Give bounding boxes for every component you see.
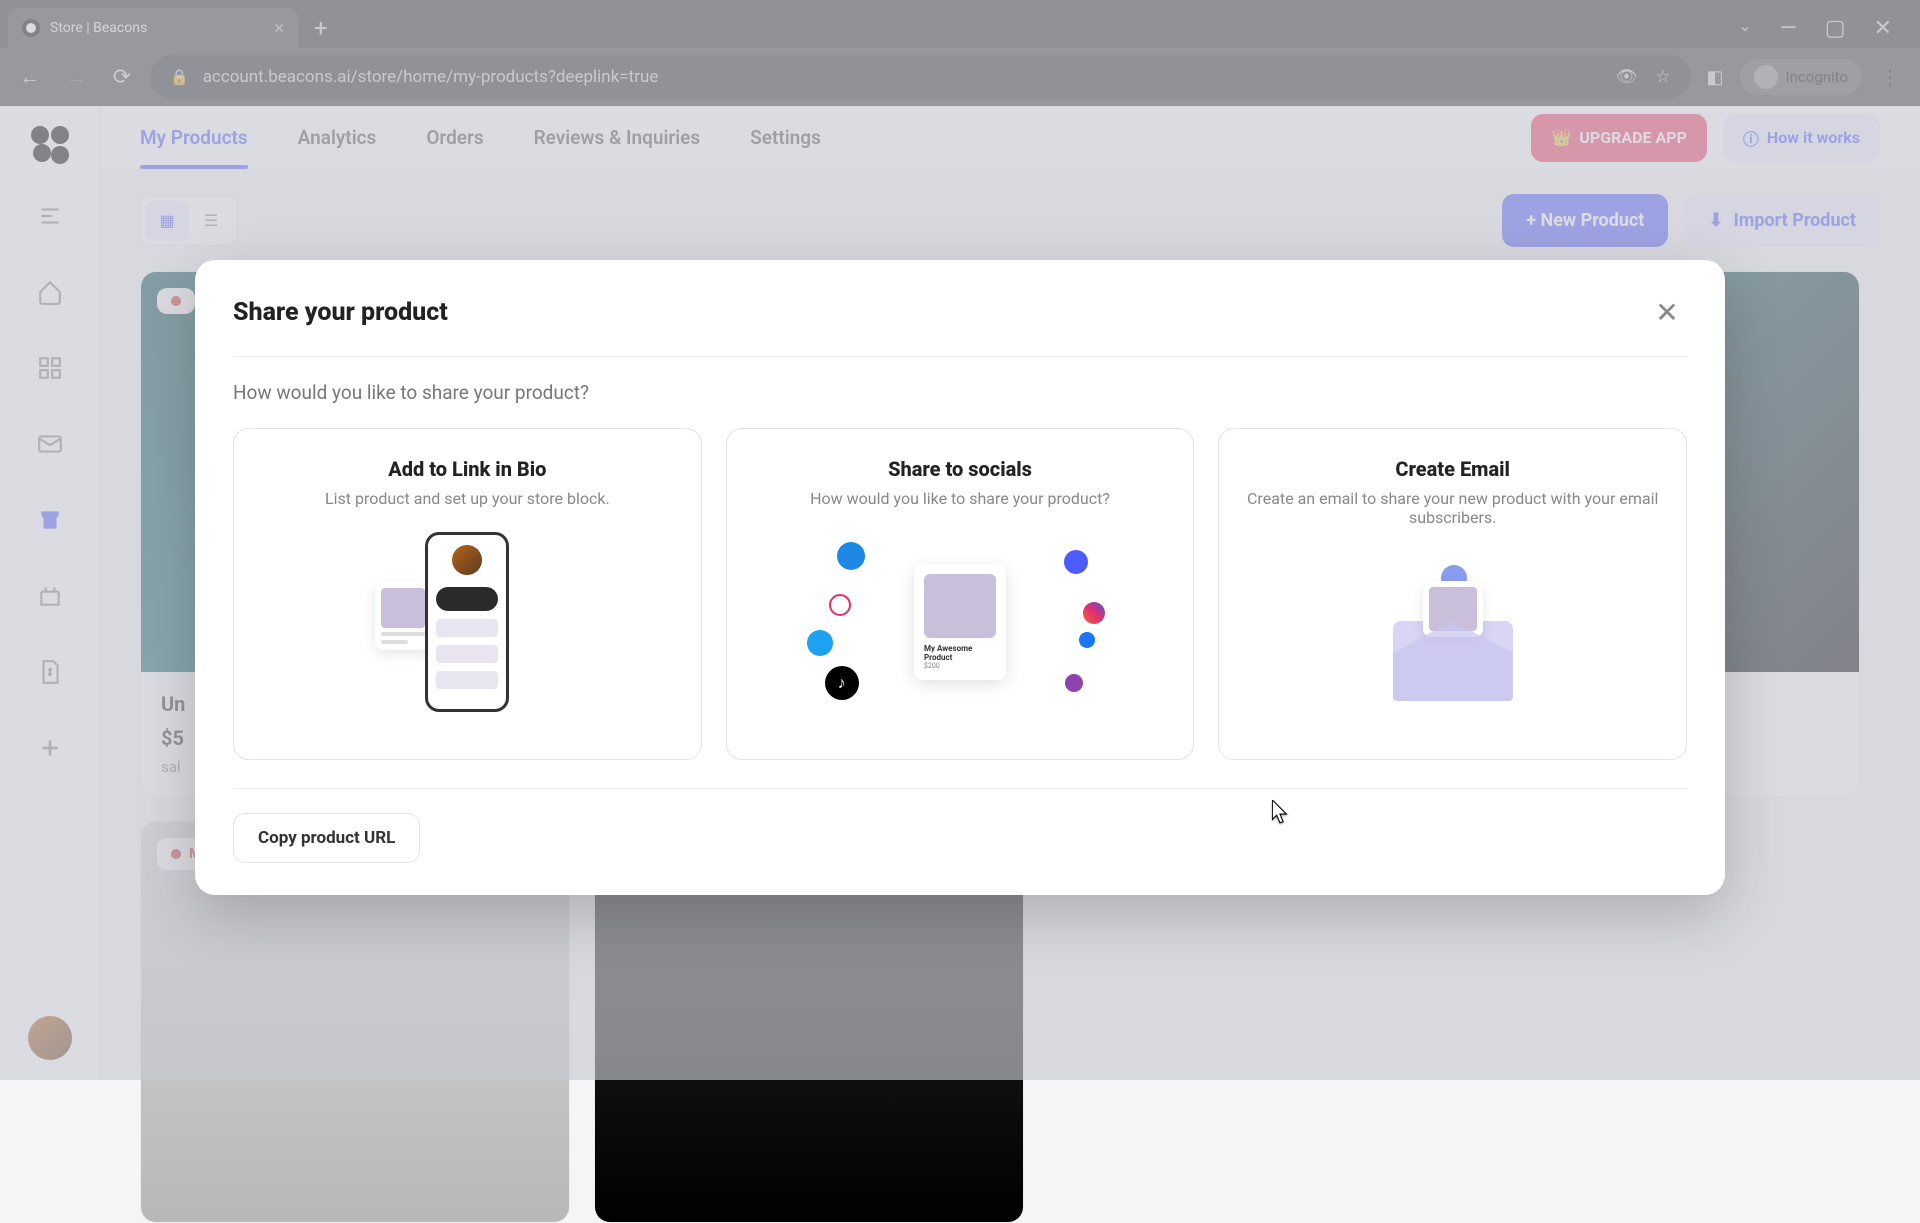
socials-illustration: My Awesome Product $200 ♪: [747, 532, 1174, 712]
email-illustration: [1239, 551, 1666, 731]
modal-close-button[interactable]: ✕: [1647, 292, 1687, 332]
option-title: Create Email: [1239, 457, 1666, 481]
tiktok-icon: ♪: [825, 666, 859, 700]
social-icon: [1064, 550, 1088, 574]
modal-overlay[interactable]: Share your product ✕ How would you like …: [0, 0, 1920, 1080]
option-title: Share to socials: [747, 457, 1174, 481]
share-options: Add to Link in Bio List product and set …: [233, 428, 1687, 760]
instagram-icon: [1083, 602, 1105, 624]
facebook-icon: [1079, 632, 1095, 648]
option-desc: How would you like to share your product…: [747, 489, 1174, 508]
copy-url-button[interactable]: Copy product URL: [233, 813, 420, 863]
modal-title: Share your product: [233, 298, 448, 327]
messenger-icon: [829, 594, 851, 616]
modal-header: Share your product ✕: [233, 292, 1687, 357]
twitter-icon: [807, 630, 833, 656]
share-option-linkbio[interactable]: Add to Link in Bio List product and set …: [233, 428, 702, 760]
social-icon: [837, 542, 865, 570]
share-option-socials[interactable]: Share to socials How would you like to s…: [726, 428, 1195, 760]
modal-subtitle: How would you like to share your product…: [233, 381, 1687, 404]
option-desc: Create an email to share your new produc…: [1239, 489, 1666, 527]
share-modal: Share your product ✕ How would you like …: [195, 260, 1725, 895]
modal-footer: Copy product URL: [233, 788, 1687, 863]
linkbio-illustration: [254, 532, 681, 712]
social-icon: [1065, 674, 1083, 692]
option-title: Add to Link in Bio: [254, 457, 681, 481]
option-desc: List product and set up your store block…: [254, 489, 681, 508]
share-option-email[interactable]: Create Email Create an email to share yo…: [1218, 428, 1687, 760]
